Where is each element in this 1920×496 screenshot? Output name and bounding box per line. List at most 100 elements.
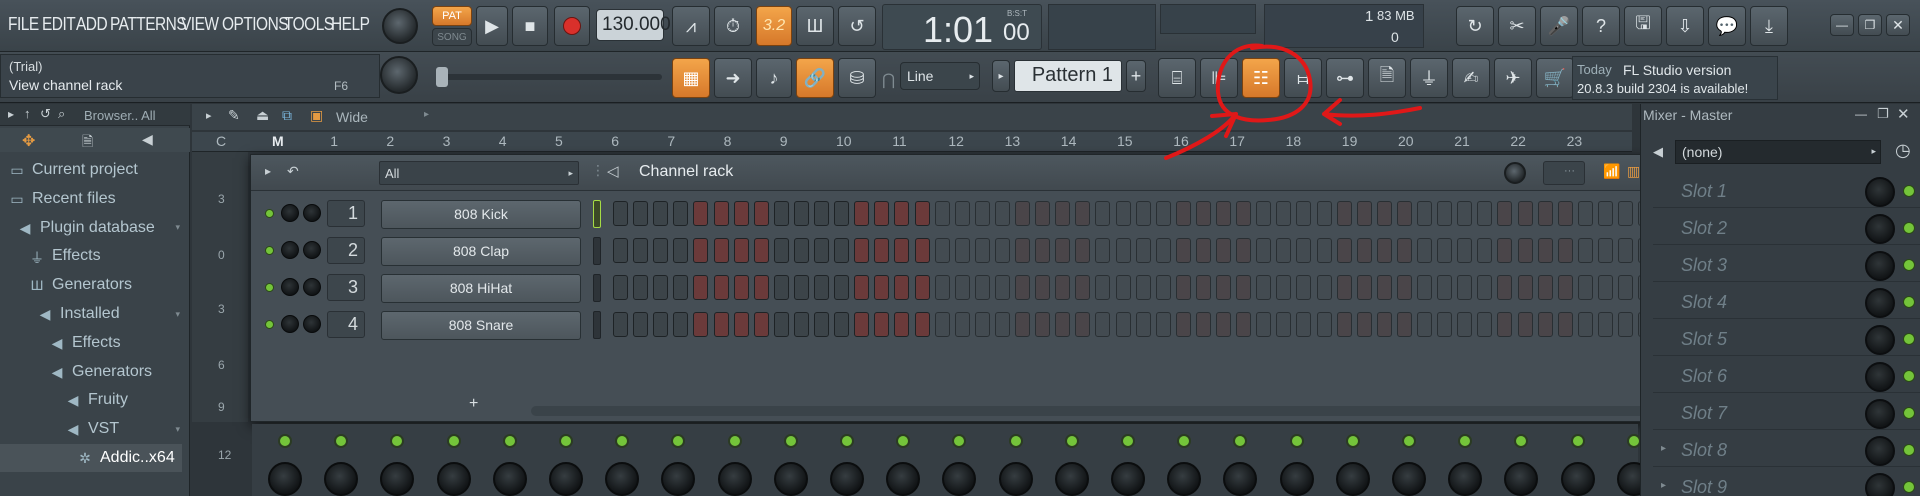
minimize-icon[interactable]: — [1855, 107, 1867, 121]
link-button[interactable]: 🔗 [796, 58, 834, 98]
step-button[interactable] [1577, 238, 1593, 263]
document-icon[interactable]: 🗎 [82, 131, 93, 155]
step-button[interactable] [994, 275, 1010, 300]
graph-editor-icon[interactable]: 📶 [1603, 163, 1620, 180]
step-button[interactable] [733, 201, 749, 226]
strip-led[interactable] [727, 434, 742, 448]
strip-knob[interactable] [324, 462, 359, 496]
strip-knob[interactable] [1223, 462, 1258, 496]
step-button[interactable] [994, 312, 1010, 337]
step-button[interactable] [1336, 312, 1352, 337]
strip-knob[interactable] [661, 462, 696, 496]
step-button[interactable] [613, 238, 628, 263]
slot-mix-knob[interactable] [1865, 436, 1895, 466]
step-button[interactable] [653, 238, 669, 263]
strip-led[interactable] [446, 434, 461, 448]
mixer-slot[interactable]: Slot 1 [1653, 174, 1920, 208]
pan-knob[interactable] [281, 315, 299, 333]
slot-mix-knob[interactable] [1865, 325, 1895, 355]
step-button[interactable] [1437, 275, 1453, 300]
step-button[interactable] [1135, 201, 1151, 226]
menu-view[interactable]: VIEW [181, 14, 219, 35]
slot-enable-led[interactable] [1903, 296, 1915, 308]
step-button[interactable] [894, 312, 910, 337]
slider-handle[interactable] [436, 67, 448, 87]
slot-mix-knob[interactable] [1865, 251, 1895, 281]
pan-knob[interactable] [281, 204, 299, 222]
step-button[interactable] [1015, 275, 1030, 300]
strip-led[interactable] [1458, 434, 1473, 448]
close-button[interactable]: ✕ [1886, 14, 1910, 36]
strip-knob[interactable] [1448, 462, 1483, 496]
step-button[interactable] [773, 201, 789, 226]
master-volume-slider[interactable] [436, 67, 662, 87]
step-button[interactable] [834, 201, 850, 226]
strip-led[interactable] [278, 434, 292, 448]
playlist-ruler[interactable]: C M 1 2 3 4 5 6 7 8 9 10 11 12 13 14 15 16 17 18 19 20 21 22 23 [192, 132, 1632, 152]
stamp-button[interactable]: ⛁ [838, 58, 876, 98]
browser-button[interactable]: ⊶ [1326, 58, 1364, 98]
step-button[interactable] [934, 312, 950, 337]
strip-led[interactable] [896, 434, 911, 448]
menu-file[interactable]: FILE [8, 14, 39, 35]
wait-for-input-button[interactable]: ⏱ [714, 6, 752, 46]
step-button[interactable] [1216, 275, 1231, 300]
step-button[interactable] [954, 201, 970, 226]
strip-led[interactable] [334, 434, 349, 448]
news-panel[interactable]: Today FL Studio version 20.8.3 build 230… [1572, 56, 1778, 100]
step-button[interactable] [733, 275, 749, 300]
step-button[interactable] [974, 275, 990, 300]
menu-help[interactable]: HELP [331, 14, 370, 35]
step-button[interactable] [1597, 238, 1613, 263]
step-button[interactable] [1155, 201, 1171, 226]
channel-name-button[interactable]: 808 Clap [381, 237, 581, 266]
step-button[interactable] [934, 275, 950, 300]
step-button[interactable] [1296, 238, 1312, 263]
step-button[interactable] [814, 312, 829, 337]
step-button[interactable] [1055, 201, 1071, 226]
maximize-button[interactable]: ❐ [1858, 14, 1882, 36]
slot-mix-knob[interactable] [1865, 177, 1895, 207]
step-button[interactable] [1175, 312, 1191, 337]
save-as-button[interactable]: ⇩ [1666, 6, 1704, 46]
step-button[interactable] [1477, 275, 1493, 300]
step-button[interactable] [1115, 238, 1131, 263]
strip-knob[interactable] [380, 462, 415, 496]
pan-knob[interactable] [281, 241, 299, 259]
step-button[interactable] [1497, 312, 1513, 337]
step-button[interactable] [854, 238, 870, 263]
step-button[interactable] [1537, 312, 1553, 337]
step-button[interactable] [613, 312, 628, 337]
step-button[interactable] [1417, 238, 1432, 263]
step-button[interactable] [1276, 312, 1292, 337]
step-button[interactable] [1035, 238, 1051, 263]
step-button[interactable] [1035, 275, 1051, 300]
step-button[interactable] [874, 201, 890, 226]
step-button[interactable] [713, 238, 729, 263]
slot-enable-led[interactable] [1903, 370, 1915, 382]
browser-item[interactable]: ◀ Fruity [0, 386, 182, 414]
step-button[interactable] [1276, 275, 1292, 300]
step-button[interactable] [1035, 201, 1051, 226]
step-button[interactable] [974, 201, 990, 226]
step-button[interactable] [1115, 312, 1131, 337]
step-button[interactable] [914, 201, 930, 226]
step-button[interactable] [1055, 312, 1071, 337]
menu-options[interactable]: OPTIONS [222, 14, 289, 35]
strip-knob[interactable] [886, 462, 921, 496]
browser-item[interactable]: ✲ Addic..x64 [0, 444, 182, 472]
step-button[interactable] [793, 238, 809, 263]
step-button[interactable] [1316, 238, 1332, 263]
strip-knob[interactable] [1167, 462, 1202, 496]
step-button[interactable] [1557, 312, 1573, 337]
step-button[interactable] [1155, 275, 1171, 300]
step-button[interactable] [713, 201, 729, 226]
strip-knob[interactable] [717, 462, 752, 496]
step-button[interactable] [974, 238, 990, 263]
step-button[interactable] [874, 275, 890, 300]
step-button[interactable] [1216, 201, 1231, 226]
step-button[interactable] [1356, 238, 1372, 263]
mixer-slot[interactable]: Slot 5 [1653, 322, 1920, 356]
step-button[interactable] [814, 275, 829, 300]
step-button[interactable] [854, 312, 870, 337]
